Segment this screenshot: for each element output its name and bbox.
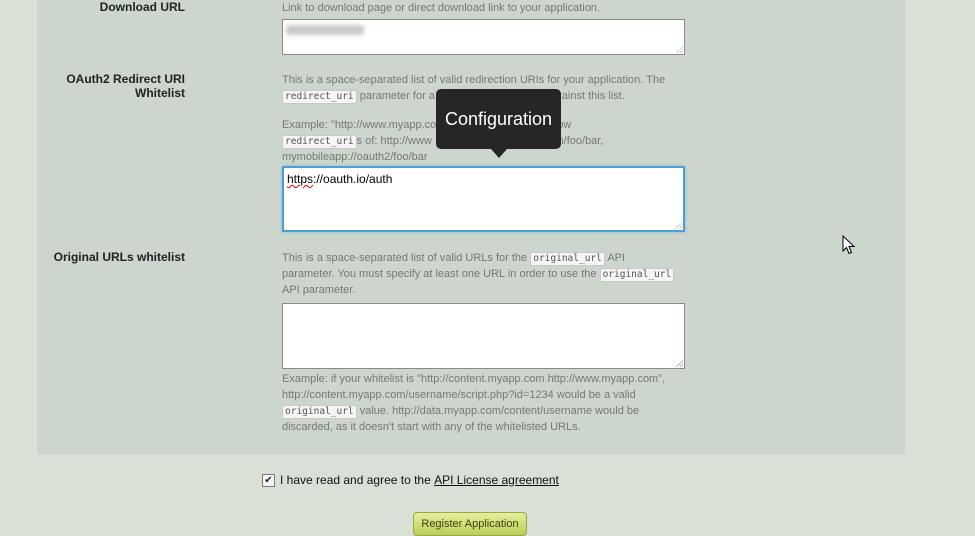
oauth-redirect-label: OAuth2 Redirect URI Whitelist: [66, 72, 185, 100]
original-help-a: This is a space-separated list of valid …: [282, 252, 528, 264]
original-urls-example: Example: if your whitelist is "http://co…: [282, 371, 702, 435]
download-url-help: Link to download page or direct download…: [282, 2, 600, 14]
redirect-uri-code-2: redirect_uri: [282, 135, 357, 149]
resize-grip-icon[interactable]: [676, 360, 683, 367]
resize-grip-icon[interactable]: [675, 222, 682, 229]
configuration-tooltip: Configuration: [436, 89, 561, 158]
original-urls-input[interactable]: [282, 303, 685, 369]
oauth-example-e: mymobileapp://oauth2/foo/bar: [282, 151, 428, 163]
original-help-b: API: [607, 252, 626, 264]
original-example-c: value. http://data.myapp.com/content/use…: [359, 405, 640, 417]
input-value-scheme: https: [287, 172, 314, 186]
mouse-pointer-icon: [842, 235, 856, 255]
agree-checkbox[interactable]: ✔: [262, 473, 275, 487]
original-example-d: discarded, as it doesn't start with any …: [282, 421, 581, 433]
agree-text: I have read and agree to the: [280, 473, 431, 487]
oauth-label-line2: Whitelist: [135, 86, 185, 100]
original-help-c: parameter. You must specify at least one…: [282, 268, 597, 280]
oauth-redirect-input[interactable]: https://oauth.io/auth: [282, 166, 685, 232]
original-url-code-3: original_url: [282, 405, 357, 419]
api-license-link[interactable]: API License agreement: [434, 473, 559, 487]
oauth-help-text-b: parameter for a: [359, 90, 435, 102]
oauth-label-line1: OAuth2 Redirect URI: [66, 72, 185, 86]
original-url-code: original_url: [530, 252, 605, 266]
redirect-uri-code: redirect_uri: [282, 90, 357, 104]
download-url-input[interactable]: [282, 19, 685, 55]
original-help-d: API parameter.: [282, 284, 356, 296]
download-url-label: Download URL: [99, 0, 185, 14]
oauth-example-c: s of: http://www: [356, 135, 432, 147]
input-value-rest: ://oauth.io/auth: [313, 172, 393, 186]
resize-grip-icon[interactable]: [676, 46, 683, 53]
oauth-example-a: Example: "http://www.myapp.co: [282, 119, 437, 131]
original-example-b: http://content.myapp.com/username/script…: [282, 389, 636, 401]
original-example-a: Example: if your whitelist is "http://co…: [282, 373, 666, 385]
original-urls-label: Original URLs whitelist: [53, 250, 185, 264]
blurred-value: [286, 25, 364, 35]
license-agreement-row: ✔ I have read and agree to the API Licen…: [262, 473, 559, 487]
oauth-help-text: This is a space-separated list of valid …: [282, 74, 666, 86]
original-urls-help: This is a space-separated list of valid …: [282, 250, 702, 298]
original-url-code-2: original_url: [599, 268, 675, 282]
register-application-button[interactable]: Register Application: [413, 512, 527, 536]
